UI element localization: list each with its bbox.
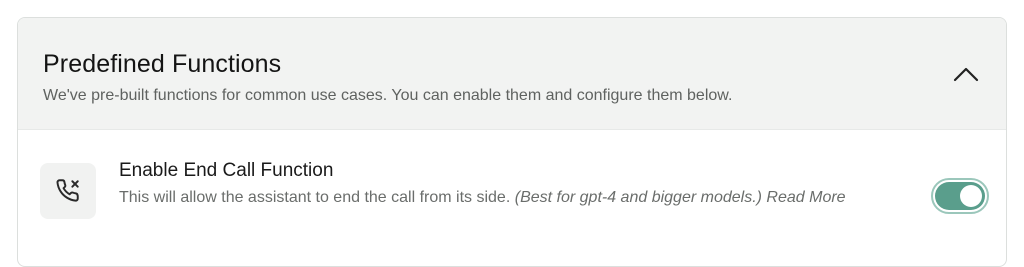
chevron-up-icon (953, 67, 979, 82)
function-model-note: (Best for gpt-4 and bigger models.) (514, 189, 762, 206)
toggle-knob (960, 185, 982, 207)
function-row-end-call: Enable End Call Function This will allow… (18, 130, 1006, 266)
end-call-toggle[interactable] (931, 178, 989, 214)
read-more-link[interactable]: Read More (766, 189, 845, 206)
function-icon-tile (40, 163, 96, 219)
predefined-functions-panel: Predefined Functions We've pre-built fun… (17, 17, 1007, 267)
function-title: Enable End Call Function (119, 160, 334, 181)
panel-header[interactable]: Predefined Functions We've pre-built fun… (18, 18, 1006, 130)
phone-x-icon (56, 179, 79, 202)
function-description: This will allow the assistant to end the… (119, 186, 919, 210)
function-description-text: This will allow the assistant to end the… (119, 189, 511, 206)
panel-title: Predefined Functions (43, 50, 282, 78)
toggle-track (935, 182, 985, 210)
panel-description: We've pre-built functions for common use… (43, 87, 733, 104)
collapse-button[interactable] (948, 58, 984, 90)
